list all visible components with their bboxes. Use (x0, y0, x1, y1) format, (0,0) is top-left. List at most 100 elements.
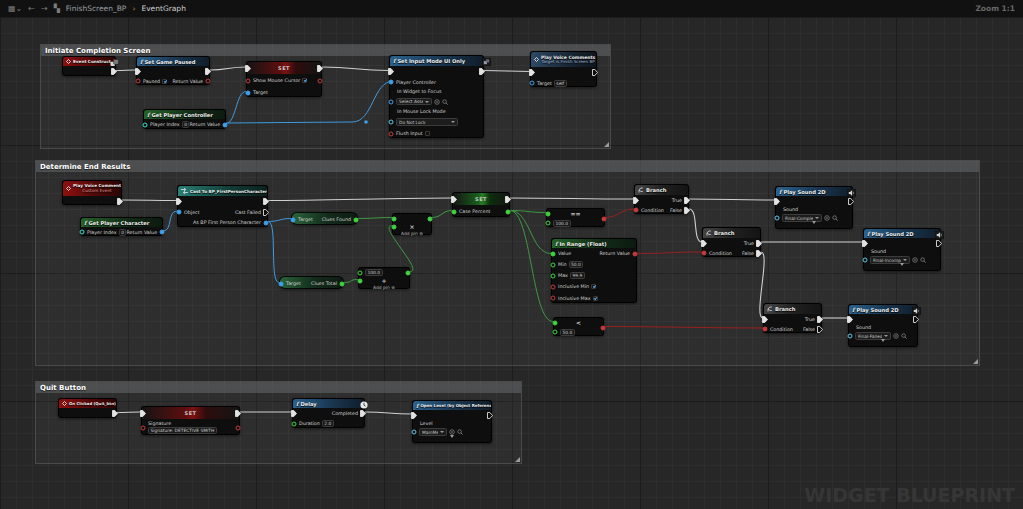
node-branch-1[interactable]: BranchTrueConditionFalse (634, 184, 689, 214)
node-play-sound-2d-1[interactable]: fPlay Sound 2DSoundFinal-Complete (775, 186, 853, 229)
input-pin[interactable] (135, 78, 141, 84)
node-equals[interactable]: ==100.0 (546, 208, 605, 227)
output-pin[interactable] (817, 326, 823, 333)
text-field[interactable]: Signature: DETECTIVE SMITH (148, 427, 217, 434)
node-delay[interactable]: fDelayCompletedDuration2.0 (292, 398, 365, 428)
node-get-clues-found[interactable]: TargetClues Found (291, 212, 358, 225)
input-pin[interactable] (291, 410, 297, 417)
value-field[interactable]: 50.0 (569, 261, 584, 268)
input-pin[interactable] (451, 209, 457, 215)
collapse-chevron[interactable] (776, 224, 852, 231)
value-field[interactable]: 99.9 (570, 272, 585, 279)
asset-dropdown[interactable]: Select Asset (396, 98, 432, 106)
input-pin[interactable] (529, 69, 535, 76)
input-pin[interactable] (291, 421, 297, 427)
value-field[interactable]: 0 (182, 121, 190, 128)
output-pin[interactable] (159, 229, 165, 235)
input-pin[interactable] (633, 207, 639, 213)
value-field[interactable]: 100.0 (553, 220, 571, 227)
output-pin[interactable] (756, 240, 762, 247)
output-pin[interactable] (263, 209, 269, 216)
input-pin[interactable] (245, 90, 251, 96)
input-pin[interactable] (140, 425, 146, 431)
input-pin[interactable] (391, 224, 397, 230)
output-pin[interactable] (592, 69, 598, 76)
input-pin[interactable] (550, 295, 556, 301)
checkbox[interactable] (162, 79, 167, 84)
output-pin[interactable] (427, 216, 433, 222)
node-open-level[interactable]: fOpen Level (by Object Reference)LevelMa… (412, 400, 492, 443)
input-pin[interactable] (140, 410, 146, 417)
comment-title[interactable]: Determine End Results (36, 161, 979, 172)
output-pin[interactable] (600, 325, 606, 331)
input-pin[interactable] (701, 240, 707, 247)
output-pin[interactable] (317, 65, 323, 72)
breadcrumb-root[interactable]: FinishScreen_BP (66, 4, 127, 13)
input-pin[interactable] (245, 65, 251, 72)
checkbox[interactable] (425, 131, 430, 136)
node-less-than[interactable]: <50.0 (553, 317, 604, 336)
input-pin[interactable] (545, 211, 551, 217)
collapse-chevron[interactable] (864, 266, 940, 273)
input-pin[interactable] (176, 198, 182, 205)
input-pin[interactable] (552, 320, 558, 326)
forward-button[interactable]: → (41, 5, 48, 13)
node-event-construct[interactable]: Event Construct (62, 56, 116, 76)
browse-icon[interactable] (920, 257, 926, 263)
asset-dropdown[interactable]: Do Not Lock (396, 118, 458, 126)
browse-icon[interactable] (832, 215, 838, 221)
input-pin[interactable] (411, 412, 417, 419)
output-pin[interactable] (263, 220, 269, 226)
output-pin[interactable] (487, 412, 493, 419)
browse-icon[interactable] (457, 429, 463, 435)
output-pin[interactable] (235, 410, 241, 417)
input-pin[interactable] (862, 240, 868, 247)
node-play-sound-2d-3[interactable]: fPlay Sound 2DSoundFinal-Failed (848, 304, 918, 347)
input-pin[interactable] (245, 78, 251, 84)
output-pin[interactable] (756, 250, 762, 257)
input-pin[interactable] (847, 316, 853, 323)
output-pin[interactable] (339, 281, 345, 287)
input-pin[interactable] (176, 209, 182, 215)
output-pin[interactable] (601, 216, 607, 222)
browse-icon[interactable] (442, 99, 448, 105)
node-multiply[interactable]: ×Add pin ⊕ (392, 213, 432, 235)
input-pin[interactable] (847, 333, 853, 339)
breadcrumb-leaf[interactable]: EventGraph (141, 4, 186, 13)
value-field[interactable]: 2.0 (322, 420, 334, 427)
output-pin[interactable] (117, 198, 123, 205)
output-pin[interactable] (405, 270, 411, 276)
output-pin[interactable] (353, 217, 359, 223)
node-set-signature[interactable]: SETSignatureSignature: DETECTIVE SMITH (141, 406, 240, 435)
output-pin[interactable] (817, 316, 823, 323)
node-play-sound-2d-2[interactable]: fPlay Sound 2DSoundFinal-Incomplet (863, 228, 941, 271)
output-pin[interactable] (505, 196, 511, 203)
node-branch-2[interactable]: BranchTrueConditionFalse (702, 227, 761, 257)
input-pin[interactable] (411, 429, 417, 435)
input-pin[interactable] (388, 119, 394, 125)
checkbox[interactable] (593, 296, 598, 301)
node-play-voice-comments[interactable]: Play Voice CommentsTarget is Finish Scre… (530, 51, 597, 87)
output-pin[interactable] (632, 251, 638, 257)
input-pin[interactable] (357, 278, 363, 284)
asset-dropdown[interactable]: Final-Incomplet (870, 256, 910, 264)
input-pin[interactable] (550, 251, 556, 257)
output-pin[interactable] (263, 198, 269, 205)
node-in-range-float[interactable]: fIn Range (Float)ValueReturn ValueMin50.… (551, 238, 637, 303)
output-pin[interactable] (235, 425, 241, 431)
input-pin[interactable] (762, 316, 768, 323)
value-field[interactable]: 100.0 (365, 269, 383, 276)
input-pin[interactable] (529, 80, 535, 86)
collapse-chevron[interactable] (849, 342, 917, 349)
use-selected-icon[interactable] (912, 257, 918, 263)
event-graph-canvas[interactable]: WIDGET BLUEPRINT Initiate Completion Scr… (0, 17, 1023, 509)
use-selected-icon[interactable] (449, 429, 455, 435)
node-on-clicked-quit-btn[interactable]: On Clicked (Quit_btn) (58, 398, 117, 418)
collapse-chevron[interactable] (413, 438, 491, 445)
output-pin[interactable] (317, 78, 323, 84)
value-field[interactable]: 0 (119, 229, 127, 236)
node-get-clues-total[interactable]: TargetClues Total (279, 276, 344, 289)
asset-dropdown[interactable]: Final-Failed (855, 332, 891, 340)
use-selected-icon[interactable] (824, 215, 830, 221)
node-set-game-paused[interactable]: fSet Game PausedPausedReturn Value (136, 56, 210, 85)
